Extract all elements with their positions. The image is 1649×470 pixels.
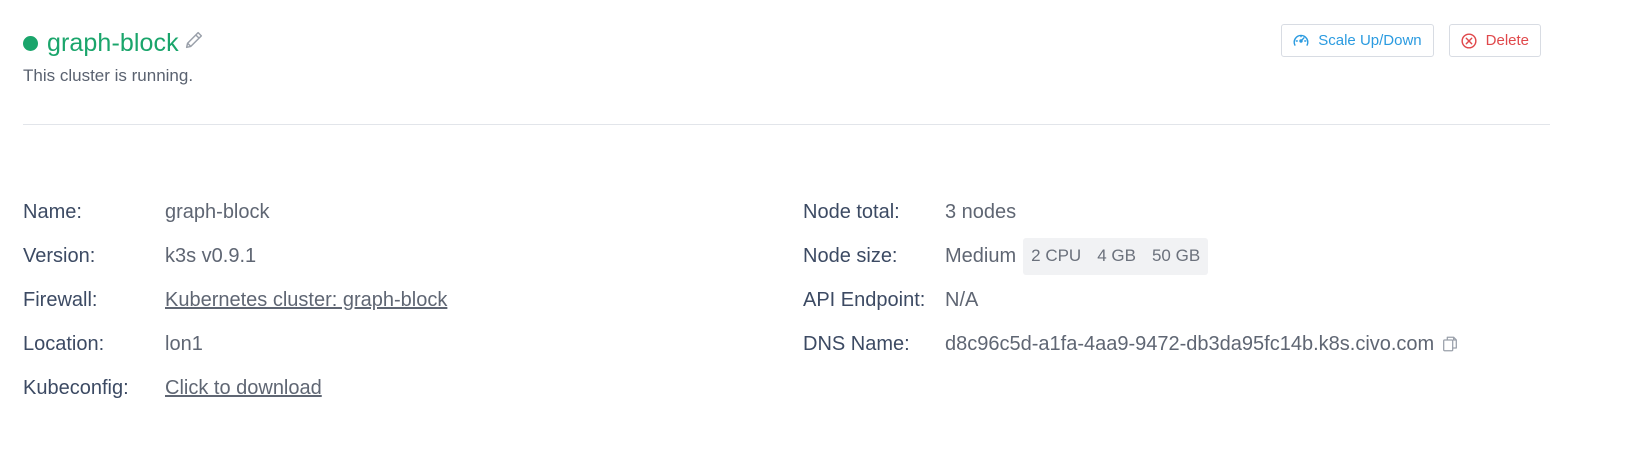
scale-button[interactable]: Scale Up/Down xyxy=(1281,24,1434,57)
node-total-value: 3 nodes xyxy=(945,200,1017,223)
node-size-label: Node size: xyxy=(803,244,898,267)
api-endpoint-value: N/A xyxy=(945,288,979,311)
detail-row-dns-name: DNS Name: d8c96c5d-a1fa-4aa9-9472-db3da9… xyxy=(803,322,1459,366)
status-dot-icon xyxy=(23,36,38,51)
header-divider xyxy=(23,124,1550,125)
kubeconfig-label: Kubeconfig: xyxy=(23,376,129,399)
detail-row-node-size: Node size: Medium 2 CPU 4 GB 50 GB xyxy=(803,234,1459,278)
delete-button-label: Delete xyxy=(1485,32,1529,49)
name-label: Name: xyxy=(23,200,82,223)
node-size-value: Medium xyxy=(945,244,1017,267)
detail-row-firewall: Firewall: Kubernetes cluster: graph-bloc… xyxy=(23,278,447,322)
gauge-icon xyxy=(1292,32,1310,50)
location-value: lon1 xyxy=(165,332,203,355)
detail-row-location: Location: lon1 xyxy=(23,322,447,366)
detail-row-node-total: Node total: 3 nodes xyxy=(803,190,1459,234)
cluster-status-text: This cluster is running. xyxy=(23,66,194,85)
spec-ram-chip: 4 GB xyxy=(1097,246,1136,265)
pencil-icon[interactable] xyxy=(183,29,205,51)
cluster-header: graph-block This cluster is running. Sca… xyxy=(23,24,1623,96)
details-left-column: Name: graph-block Version: k3s v0.9.1 Fi… xyxy=(23,190,447,410)
copy-icon[interactable] xyxy=(1441,335,1459,353)
api-endpoint-label: API Endpoint: xyxy=(803,288,926,311)
delete-button[interactable]: Delete xyxy=(1448,24,1541,57)
scale-button-label: Scale Up/Down xyxy=(1318,32,1422,49)
cluster-name: graph-block xyxy=(47,28,179,57)
detail-row-api-endpoint: API Endpoint: N/A xyxy=(803,278,1459,322)
detail-row-name: Name: graph-block xyxy=(23,190,447,234)
kubeconfig-download-link[interactable]: Click to download xyxy=(165,377,322,400)
firewall-link[interactable]: Kubernetes cluster: graph-block xyxy=(165,289,447,312)
version-label: Version: xyxy=(23,244,96,267)
firewall-label: Firewall: xyxy=(23,288,98,311)
spec-disk-chip: 50 GB xyxy=(1151,246,1201,265)
spec-cpu-chip: 2 CPU xyxy=(1031,246,1082,265)
dns-name-label: DNS Name: xyxy=(803,332,910,355)
details-right-column: Node total: 3 nodes Node size: Medium 2 … xyxy=(803,190,1459,366)
version-value: k3s v0.9.1 xyxy=(165,244,257,267)
detail-row-version: Version: k3s v0.9.1 xyxy=(23,234,447,278)
node-total-label: Node total: xyxy=(803,200,900,223)
dns-name-wrap: d8c96c5d-a1fa-4aa9-9472-db3da95fc14b.k8s… xyxy=(945,333,1459,356)
node-size-specs: 2 CPU 4 GB 50 GB xyxy=(1023,237,1209,275)
dns-name-value: d8c96c5d-a1fa-4aa9-9472-db3da95fc14b.k8s… xyxy=(945,332,1435,355)
circle-x-icon xyxy=(1460,32,1478,50)
header-actions: Scale Up/Down Delete xyxy=(1281,24,1541,57)
detail-row-kubeconfig: Kubeconfig: Click to download xyxy=(23,366,447,410)
location-label: Location: xyxy=(23,332,105,355)
name-value: graph-block xyxy=(165,200,270,223)
